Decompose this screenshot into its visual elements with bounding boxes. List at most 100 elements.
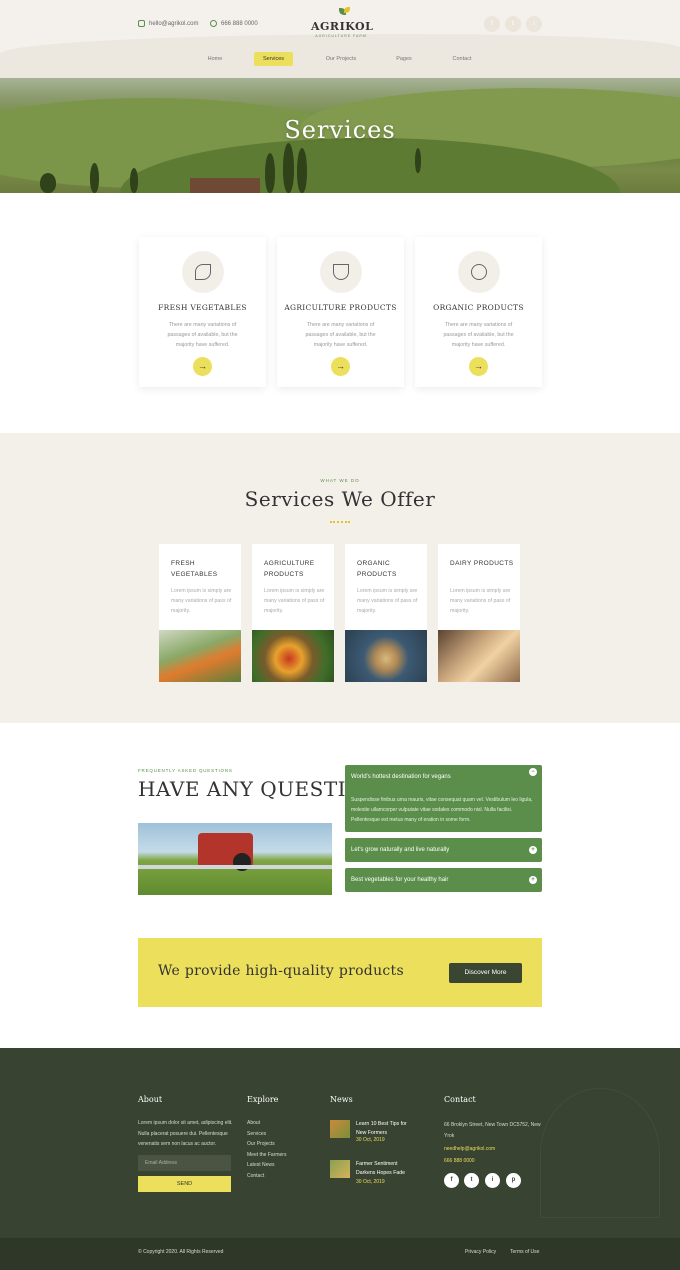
footer-email[interactable]: needhelp@agrikol.com	[444, 1144, 495, 1155]
logo-leaf-icon-2	[344, 7, 350, 13]
service-card: FRESH VEGETABLES There are many variatio…	[139, 237, 266, 387]
service-card-desc: There are many variations of passages of…	[167, 322, 238, 348]
flower-icon	[471, 264, 487, 280]
news-title[interactable]: Learn 10 Best Tips for New Formers	[356, 1120, 416, 1137]
nav-projects[interactable]: Our Projects	[318, 52, 364, 66]
hero-banner: Services	[0, 78, 680, 193]
tree	[415, 148, 421, 173]
footer-link-projects[interactable]: Our Projects	[247, 1139, 275, 1150]
tree	[40, 173, 56, 193]
footer-news-heading: News	[330, 1095, 353, 1104]
service-icon-wrap	[458, 251, 500, 293]
copyright-text: © Copyright 2020. All Rights Reserved	[138, 1249, 224, 1255]
offer-card-desc: Lorem ipsum is simply are many variation…	[264, 588, 325, 614]
arrow-right-icon[interactable]: →	[469, 357, 488, 376]
news-thumbnail[interactable]	[330, 1160, 350, 1178]
offer-card-title: AGRICULTURE PRODUCTS	[264, 560, 315, 578]
offer-card-desc: Lorem ipsum is simply are many variation…	[450, 588, 511, 614]
tree	[130, 168, 138, 193]
nav-contact[interactable]: Contact	[444, 52, 480, 66]
faq-item[interactable]: Best vegetables for your healthy hair +	[345, 868, 542, 892]
header-phone[interactable]: 666 888 0000	[210, 20, 258, 27]
faq-question: Best vegetables for your healthy hair	[351, 877, 449, 883]
send-button[interactable]: SEND	[138, 1176, 231, 1192]
services-offer-section: WHAT WE DO Services We Offer FRESH VEGET…	[0, 433, 680, 723]
section-kicker: WHAT WE DO	[320, 478, 360, 483]
minus-icon[interactable]: −	[529, 768, 537, 776]
tree	[90, 163, 99, 193]
mail-icon	[138, 20, 145, 27]
leaf-icon	[195, 264, 211, 280]
faq-item[interactable]: Let's grow naturally and live naturally …	[345, 838, 542, 862]
footer-link-services[interactable]: Services	[247, 1129, 266, 1140]
service-icon-wrap	[320, 251, 362, 293]
site-footer: About Lorem ipsum dolor sit amet, adipis…	[0, 1048, 680, 1238]
terms-link[interactable]: Terms of Use	[510, 1249, 539, 1255]
bowl-icon	[333, 264, 349, 280]
tree	[297, 148, 307, 193]
twitter-icon[interactable]: t	[464, 1173, 479, 1188]
discover-more-button[interactable]: Discover More	[449, 963, 522, 983]
footer-contact-heading: Contact	[444, 1095, 476, 1104]
service-card-title: FRESH VEGETABLES	[158, 303, 247, 312]
arrow-right-icon[interactable]: →	[193, 357, 212, 376]
service-card-title: AGRICULTURE PRODUCTS	[284, 303, 397, 312]
footer-about-text: Lorem ipsum dolor sit amet, adipiscing e…	[138, 1120, 233, 1147]
arrow-right-icon[interactable]: →	[331, 357, 350, 376]
news-title[interactable]: Farmer Sentiment Darkens Hopes Fade	[356, 1160, 416, 1177]
footer-address: 66 Broklyn Street, New Town DC5752, New …	[444, 1122, 541, 1139]
offer-card-desc: Lorem ipsum is simply are many variation…	[171, 588, 232, 614]
potatoes-image	[345, 630, 427, 682]
footer-link-contact[interactable]: Contact	[247, 1171, 264, 1182]
section-title: Services We Offer	[244, 487, 436, 511]
footer-link-farmers[interactable]: Meet the Farmers	[247, 1150, 286, 1161]
offer-card[interactable]: DAIRY PRODUCTS Lorem ipsum is simply are…	[438, 544, 520, 682]
service-card: AGRICULTURE PRODUCTS There are many vari…	[277, 237, 404, 387]
cta-banner: We provide high-quality products Discove…	[138, 938, 542, 1007]
service-icon-wrap	[182, 251, 224, 293]
offer-card-title: DAIRY PRODUCTS	[450, 560, 514, 567]
footer-explore-heading: Explore	[247, 1095, 279, 1104]
faq-question: World's hottest destination for vegans	[351, 774, 451, 780]
footer-link-news[interactable]: Latest News	[247, 1160, 275, 1171]
offer-card[interactable]: FRESH VEGETABLES Lorem ipsum is simply a…	[159, 544, 241, 682]
instagram-icon[interactable]: i	[485, 1173, 500, 1188]
nav-pages[interactable]: Pages	[388, 52, 420, 66]
newsletter-email-input[interactable]: Email Address	[138, 1155, 231, 1171]
twitter-icon[interactable]: t	[505, 16, 521, 32]
offer-card[interactable]: ORGANIC PRODUCTS Lorem ipsum is simply a…	[345, 544, 427, 682]
farmhouse	[190, 178, 260, 193]
site-logo[interactable]: AGRIKOL AGRICULTURE FARM	[311, 7, 373, 38]
footer-link-about[interactable]: About	[247, 1118, 260, 1129]
offer-card[interactable]: AGRICULTURE PRODUCTS Lorem ipsum is simp…	[252, 544, 334, 682]
pinterest-icon[interactable]: p	[506, 1173, 521, 1188]
news-thumbnail[interactable]	[330, 1120, 350, 1138]
service-card: ORGANIC PRODUCTS There are many variatio…	[415, 237, 542, 387]
offer-card-title: FRESH VEGETABLES	[171, 560, 218, 578]
plus-icon[interactable]: +	[529, 876, 537, 884]
tree	[283, 143, 294, 193]
tree	[265, 153, 275, 193]
news-date: 30 Oct, 2019	[356, 1137, 385, 1143]
service-card-desc: There are many variations of passages of…	[305, 322, 376, 348]
plus-icon[interactable]: +	[529, 846, 537, 854]
vegetables-image	[159, 630, 241, 682]
privacy-policy-link[interactable]: Privacy Policy	[465, 1249, 496, 1255]
wave-divider-icon	[330, 517, 350, 523]
header-email[interactable]: hello@agrikol.com	[138, 20, 198, 27]
sprayer-boom	[138, 865, 332, 869]
instagram-icon[interactable]: i	[526, 16, 542, 32]
cows-image	[438, 630, 520, 682]
faq-answer: Suspendisse finibus urna mauris, vitae c…	[351, 797, 533, 823]
footer-about-heading: About	[138, 1095, 163, 1104]
faq-item-open[interactable]: World's hottest destination for vegans −…	[345, 765, 542, 832]
nav-home[interactable]: Home	[196, 52, 234, 66]
facebook-icon[interactable]: f	[484, 16, 500, 32]
facebook-icon[interactable]: f	[444, 1173, 459, 1188]
tractor-image	[138, 823, 332, 895]
service-card-title: ORGANIC PRODUCTS	[433, 303, 524, 312]
footer-phone[interactable]: 666 888 0000	[444, 1156, 475, 1167]
phone-icon	[210, 20, 217, 27]
faq-question: Let's grow naturally and live naturally	[351, 847, 450, 853]
nav-services[interactable]: Services	[254, 52, 293, 66]
